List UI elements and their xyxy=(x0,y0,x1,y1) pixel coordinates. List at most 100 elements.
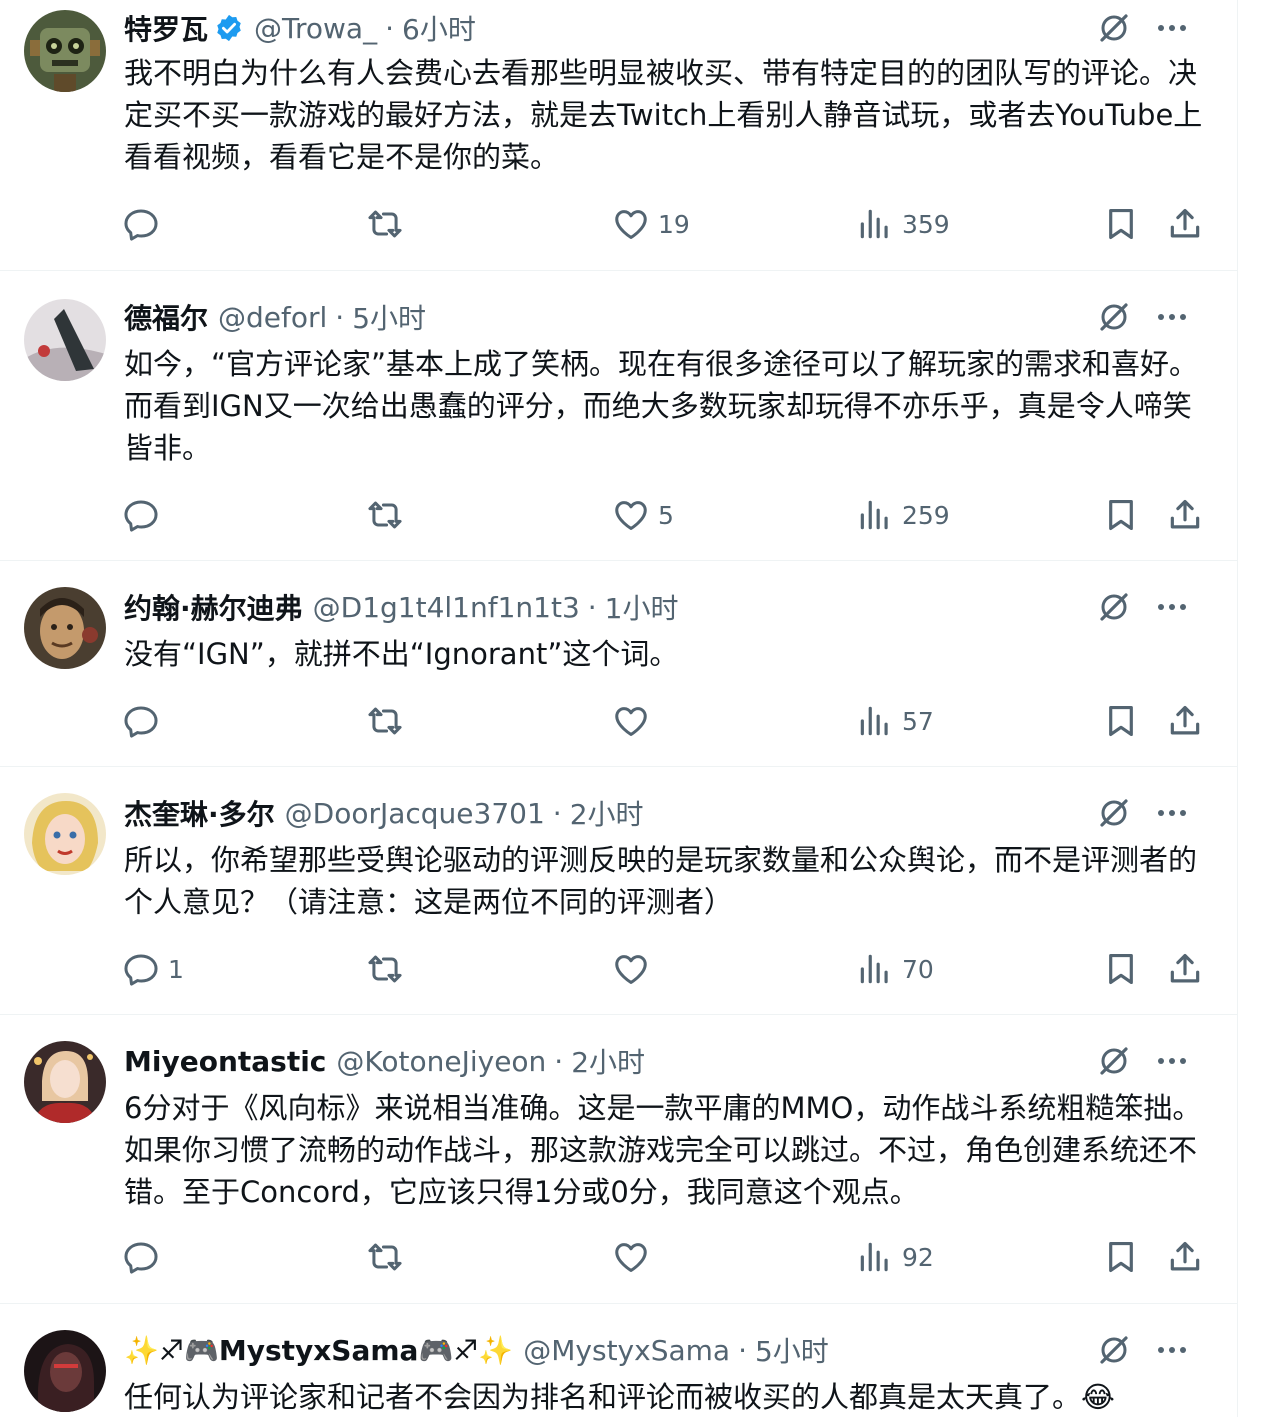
tweet-actions: 57 xyxy=(122,699,1212,743)
display-name[interactable]: 约翰·赫尔迪弗 xyxy=(124,587,303,627)
like-button[interactable] xyxy=(612,947,658,991)
grok-icon[interactable] xyxy=(1096,10,1132,46)
timestamp[interactable]: 6小时 xyxy=(402,8,476,48)
views-button[interactable]: 92 xyxy=(856,1235,934,1279)
share-icon xyxy=(1170,499,1200,529)
reply-button[interactable] xyxy=(122,699,168,743)
views-button[interactable]: 57 xyxy=(856,699,934,743)
bookmark-button[interactable] xyxy=(1102,493,1140,537)
tweet-actions: 19 359 xyxy=(122,202,1212,246)
more-icon[interactable] xyxy=(1154,299,1190,335)
timestamp[interactable]: 1小时 xyxy=(605,587,679,627)
user-handle[interactable]: @DoorJacque3701 xyxy=(285,797,545,830)
tweet[interactable]: Miyeontastic @KotoneJiyeon · 2小时 6分对于《风向… xyxy=(0,1015,1238,1304)
display-name[interactable]: 德福尔 xyxy=(124,297,208,337)
tweet-header: ✨♐🎮MystyxSama🎮♐✨ @MystyxSama · 5小时 xyxy=(124,1330,829,1370)
tweet[interactable]: 杰奎琳·多尔 @DoorJacque3701 · 2小时 所以，你希望那些受舆论… xyxy=(0,767,1238,1015)
grok-icon[interactable] xyxy=(1096,795,1132,831)
avatar[interactable] xyxy=(24,793,106,875)
views-button[interactable]: 359 xyxy=(856,202,950,246)
user-handle[interactable]: @Trowa_ xyxy=(254,12,377,45)
reply-icon xyxy=(124,209,158,241)
display-name[interactable]: 杰奎琳·多尔 xyxy=(124,793,275,833)
tweet[interactable]: 约翰·赫尔迪弗 @D1g1t4l1nf1n1t3 · 1小时 没有“IGN”，就… xyxy=(0,561,1238,767)
share-button[interactable] xyxy=(1166,1235,1204,1279)
reply-icon xyxy=(124,706,158,738)
more-icon[interactable] xyxy=(1154,10,1190,46)
reply-button[interactable] xyxy=(122,493,168,537)
reply-button[interactable]: 1 xyxy=(122,947,184,991)
reply-icon xyxy=(124,1242,158,1274)
share-icon xyxy=(1170,208,1200,238)
user-handle[interactable]: @D1g1t4l1nf1n1t3 xyxy=(313,591,580,624)
grok-icon[interactable] xyxy=(1096,1332,1132,1368)
bookmark-button[interactable] xyxy=(1102,947,1140,991)
bookmark-icon xyxy=(1109,208,1133,240)
tweet[interactable]: 德福尔 @deforl · 5小时 如今，“官方评论家”基本上成了笑柄。现在有很… xyxy=(0,271,1238,561)
reply-button[interactable] xyxy=(122,1235,168,1279)
bookmark-icon xyxy=(1109,1241,1133,1273)
avatar[interactable] xyxy=(24,1330,106,1412)
tweet-top-icons xyxy=(1096,589,1190,625)
verified-badge-icon xyxy=(214,13,244,43)
heart-icon xyxy=(615,1243,647,1272)
tweet-header: 特罗瓦 @Trowa_ · 6小时 xyxy=(124,8,476,48)
views-count: 359 xyxy=(902,209,950,239)
views-button[interactable]: 259 xyxy=(856,493,950,537)
tweet-top-icons xyxy=(1096,795,1190,831)
timestamp[interactable]: 5小时 xyxy=(755,1330,829,1370)
bookmark-icon xyxy=(1109,953,1133,985)
grok-icon[interactable] xyxy=(1096,1043,1132,1079)
timestamp[interactable]: 5小时 xyxy=(352,297,426,337)
grok-icon[interactable] xyxy=(1096,299,1132,335)
like-button[interactable]: 19 xyxy=(612,202,690,246)
tweet[interactable]: ✨♐🎮MystyxSama🎮♐✨ @MystyxSama · 5小时 任何认为评… xyxy=(0,1304,1238,1417)
views-icon xyxy=(860,500,888,530)
views-icon xyxy=(860,706,888,736)
like-button[interactable]: 5 xyxy=(612,493,674,537)
views-count: 92 xyxy=(902,1242,934,1272)
retweet-button[interactable] xyxy=(366,202,412,246)
more-icon[interactable] xyxy=(1154,1332,1190,1368)
avatar[interactable] xyxy=(24,587,106,669)
share-button[interactable] xyxy=(1166,947,1204,991)
retweet-button[interactable] xyxy=(366,1235,412,1279)
tweet[interactable]: 特罗瓦 @Trowa_ · 6小时 我不明白为什么有人会费心去看那些明显被收买、… xyxy=(0,0,1238,271)
tweet-header: Miyeontastic @KotoneJiyeon · 2小时 xyxy=(124,1041,645,1081)
share-button[interactable] xyxy=(1166,493,1204,537)
bookmark-button[interactable] xyxy=(1102,699,1140,743)
avatar[interactable] xyxy=(24,299,106,381)
views-button[interactable]: 70 xyxy=(856,947,934,991)
user-handle[interactable]: @deforl xyxy=(218,301,327,334)
views-count: 70 xyxy=(902,954,934,984)
grok-icon[interactable] xyxy=(1096,589,1132,625)
display-name[interactable]: Miyeontastic xyxy=(124,1045,326,1078)
retweet-button[interactable] xyxy=(366,947,412,991)
display-name[interactable]: 特罗瓦 xyxy=(124,8,208,48)
retweet-button[interactable] xyxy=(366,699,412,743)
share-button[interactable] xyxy=(1166,202,1204,246)
user-handle[interactable]: @MystyxSama xyxy=(523,1334,730,1367)
separator-dot: · xyxy=(554,1044,564,1078)
avatar[interactable] xyxy=(24,1041,106,1123)
more-icon[interactable] xyxy=(1154,589,1190,625)
bookmark-button[interactable] xyxy=(1102,1235,1140,1279)
reply-button[interactable] xyxy=(122,202,168,246)
timestamp[interactable]: 2小时 xyxy=(570,793,644,833)
views-count: 259 xyxy=(902,500,950,530)
more-icon[interactable] xyxy=(1154,1043,1190,1079)
like-button[interactable] xyxy=(612,1235,658,1279)
reply-icon xyxy=(124,500,158,532)
timestamp[interactable]: 2小时 xyxy=(571,1041,645,1081)
bookmark-button[interactable] xyxy=(1102,202,1140,246)
more-icon[interactable] xyxy=(1154,795,1190,831)
retweet-button[interactable] xyxy=(366,493,412,537)
display-name[interactable]: ✨♐🎮MystyxSama🎮♐✨ xyxy=(124,1334,513,1367)
like-button[interactable] xyxy=(612,699,658,743)
retweet-icon xyxy=(368,955,402,983)
reply-icon xyxy=(124,954,158,986)
user-handle[interactable]: @KotoneJiyeon xyxy=(336,1045,546,1078)
share-button[interactable] xyxy=(1166,699,1204,743)
avatar[interactable] xyxy=(24,10,106,92)
separator-dot: · xyxy=(335,300,345,334)
